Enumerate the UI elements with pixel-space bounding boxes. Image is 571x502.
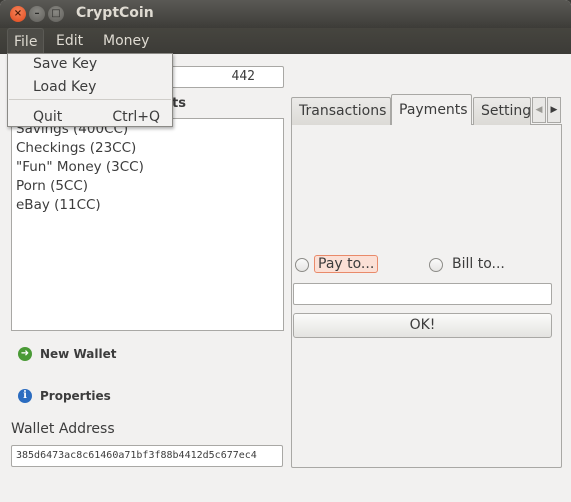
tab-scroll-right-icon[interactable]: ▶: [547, 97, 561, 123]
pay-to-label[interactable]: Pay to...: [314, 255, 379, 273]
menu-file[interactable]: File: [7, 28, 45, 54]
wallet-address-label: Wallet Address: [11, 421, 115, 437]
app-window: × – □ CryptCoin File Edit Money 442 ts S…: [0, 0, 571, 502]
new-wallet-button[interactable]: ➜ New Wallet: [18, 344, 116, 364]
file-menu-dropdown: Save Key Load Key Quit Ctrl+Q: [7, 53, 173, 127]
payment-input[interactable]: [293, 283, 552, 305]
menu-item-load-key[interactable]: Load Key: [33, 79, 96, 95]
minimize-window-button[interactable]: –: [29, 6, 45, 22]
tab-payments[interactable]: Payments: [391, 94, 472, 125]
new-wallet-label: New Wallet: [40, 347, 117, 361]
balance-display: 442: [170, 66, 284, 88]
arrow-right-icon: ➜: [18, 347, 32, 361]
pay-to-radio[interactable]: [295, 258, 309, 272]
accounts-label: ts: [172, 96, 186, 111]
menu-money[interactable]: Money: [97, 28, 155, 54]
quit-shortcut: Ctrl+Q: [112, 109, 160, 125]
menu-edit[interactable]: Edit: [50, 28, 89, 54]
title-bar: × – □ CryptCoin: [0, 0, 571, 28]
bill-to-radio[interactable]: [429, 258, 443, 272]
bill-to-label[interactable]: Bill to...: [452, 256, 505, 272]
wallet-address-field[interactable]: 385d6473ac8c61460a71bf3f88b4412d5c677ec4: [11, 445, 283, 467]
ok-button[interactable]: OK!: [293, 313, 552, 338]
properties-label: Properties: [40, 389, 111, 403]
maximize-window-button[interactable]: □: [48, 6, 64, 22]
properties-button[interactable]: i Properties: [18, 386, 111, 406]
wallet-list-item[interactable]: Checkings (23CC): [16, 140, 136, 156]
menu-item-quit[interactable]: Quit: [33, 109, 62, 125]
wallet-list-item[interactable]: "Fun" Money (3CC): [16, 159, 144, 175]
info-icon: i: [18, 389, 32, 403]
tab-transactions[interactable]: Transactions: [291, 97, 391, 125]
menu-bar: File Edit Money: [0, 28, 571, 54]
menu-item-save-key[interactable]: Save Key: [33, 56, 97, 72]
wallet-list[interactable]: Savings (400CC) Checkings (23CC) "Fun" M…: [11, 118, 284, 331]
menu-separator: [9, 99, 171, 100]
window-title: CryptCoin: [76, 5, 154, 21]
wallet-list-item[interactable]: Porn (5CC): [16, 178, 88, 194]
tab-settings[interactable]: Setting: [473, 97, 531, 125]
wallet-list-item[interactable]: eBay (11CC): [16, 197, 101, 213]
close-window-button[interactable]: ×: [10, 6, 26, 22]
tab-scroll-left-icon[interactable]: ◀: [532, 97, 546, 123]
